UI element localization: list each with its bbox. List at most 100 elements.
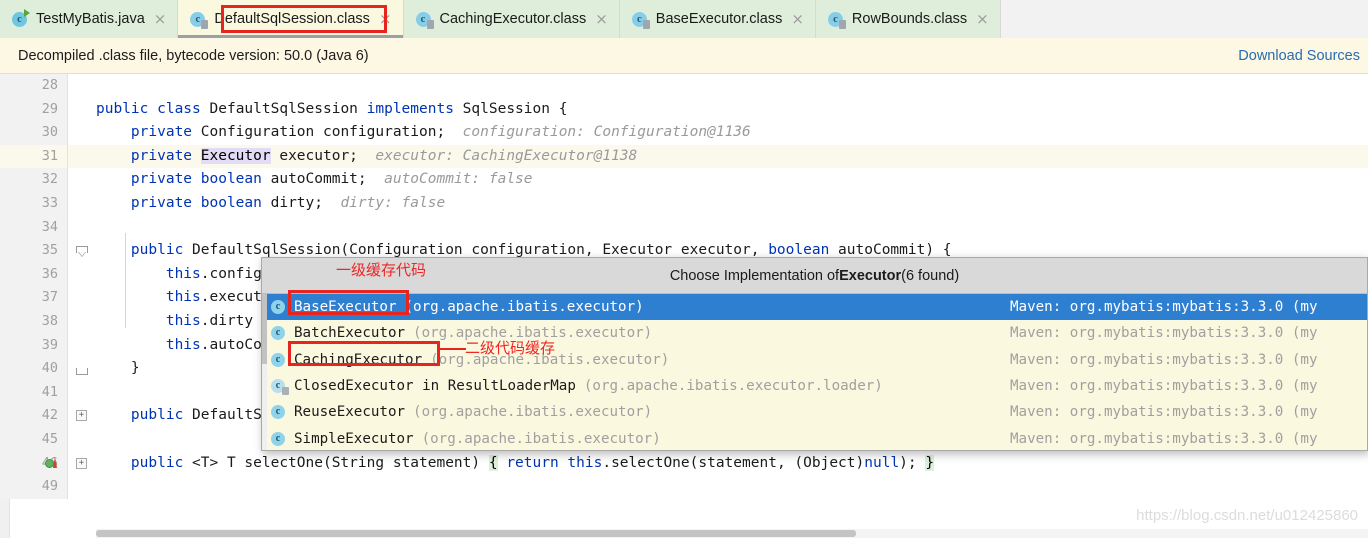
popup-title-suffix: (6 found) [901, 267, 960, 284]
line-content: } [96, 360, 140, 377]
line-number: 46 [0, 451, 68, 476]
tab-label: RowBounds.class [851, 10, 968, 27]
line-number: 32 [0, 168, 68, 192]
fold-toggle-icon[interactable] [76, 245, 88, 257]
tab-CachingExecutor-class[interactable]: c CachingExecutor.class × [403, 0, 620, 38]
line-number: 34 [0, 215, 68, 240]
implementation-list: c BaseExecutor (org.apache.ibatis.execut… [262, 294, 1367, 450]
line-number: 40 [0, 357, 68, 381]
tab-close-icon[interactable]: × [974, 11, 991, 27]
class-icon: c [270, 431, 288, 447]
popup-scrollbar[interactable] [262, 294, 267, 450]
editor-tab-bar: c TestMyBatis.java × c DefaultSqlSession… [0, 0, 1368, 38]
list-item[interactable]: c SimpleExecutor (org.apache.ibatis.exec… [262, 425, 1367, 450]
fold-expand-icon[interactable]: + [76, 410, 87, 422]
line-number: 45 [0, 427, 68, 452]
code-line: 33 private boolean dirty; dirty: false [0, 191, 1368, 216]
class-file-icon: c [827, 11, 846, 29]
item-package: (org.apache.ibatis.executor) [421, 430, 661, 447]
item-library: Maven: org.mybatis:mybatis:3.3.0 (my [1010, 325, 1318, 342]
line-content: private Executor executor; executor: Cac… [130, 147, 638, 164]
item-class-name: BatchExecutor [294, 325, 406, 342]
class-file-icon: c [190, 11, 209, 29]
inline-hint: executor: CachingExecutor@1138 [375, 147, 638, 164]
line-number: 31 [0, 144, 68, 169]
code-line: 31 private Executor executor; executor: … [0, 144, 1368, 169]
item-package: (org.apache.ibatis.executor) [413, 404, 653, 421]
tab-RowBounds-class[interactable]: c RowBounds.class × [815, 0, 1001, 38]
line-number: 49 [0, 475, 68, 499]
line-content: public <T> T selectOne(String statement)… [130, 454, 935, 471]
list-item[interactable]: c BaseExecutor (org.apache.ibatis.execut… [262, 294, 1367, 321]
line-number: 38 [0, 309, 68, 334]
inline-hint: autoCommit: false [384, 171, 533, 188]
list-item[interactable]: c CachingExecutor (org.apache.ibatis.exe… [262, 347, 1367, 373]
class-icon: c [270, 325, 288, 341]
tab-close-icon[interactable]: × [152, 11, 169, 27]
class-file-icon: c [631, 11, 650, 29]
item-class-name: SimpleExecutor [294, 430, 414, 447]
horizontal-scrollbar-thumb[interactable] [96, 530, 856, 537]
code-line: 32 private boolean autoCommit; autoCommi… [0, 168, 1368, 192]
line-number: 30 [0, 121, 68, 145]
line-content: public class DefaultSqlSession implement… [96, 100, 568, 117]
item-class-name: BaseExecutor [294, 299, 397, 316]
class-icon: c [270, 352, 288, 368]
item-class-name: ClosedExecutor in ResultLoaderMap [294, 378, 576, 395]
download-sources-link[interactable]: Download Sources [1238, 48, 1360, 64]
fold-expand-icon[interactable]: + [76, 457, 87, 469]
item-package: (org.apache.ibatis.executor) [404, 299, 644, 316]
item-class-name: CachingExecutor [294, 351, 423, 368]
list-item[interactable]: c ClosedExecutor in ResultLoaderMap (org… [262, 373, 1367, 399]
line-number: 28 [0, 74, 68, 98]
tab-close-icon[interactable]: × [789, 11, 806, 27]
tab-BaseExecutor-class[interactable]: c BaseExecutor.class × [619, 0, 816, 38]
code-line: 34 [0, 215, 1368, 240]
tab-label: TestMyBatis.java [36, 10, 145, 27]
item-library: Maven: org.mybatis:mybatis:3.3.0 (my [1010, 378, 1318, 395]
class-icon: c [270, 404, 288, 420]
popup-title: Choose Implementation of Executor (6 fou… [262, 258, 1367, 294]
line-number: 36 [0, 262, 68, 287]
class-icon: c [270, 299, 288, 315]
indent-guide [125, 233, 126, 328]
tab-label: CachingExecutor.class [439, 10, 587, 27]
tab-label: BaseExecutor.class [655, 10, 783, 27]
tab-DefaultSqlSession-class[interactable]: c DefaultSqlSession.class × [178, 0, 404, 38]
line-number: 39 [0, 333, 68, 358]
list-item[interactable]: c ReuseExecutor (org.apache.ibatis.execu… [262, 399, 1367, 425]
line-content: private boolean dirty; dirty: false [130, 194, 446, 211]
line-number: 29 [0, 97, 68, 122]
line-number: 41 [0, 380, 68, 405]
popup-title-target: Executor [839, 267, 902, 284]
banner-message: Decompiled .class file, bytecode version… [18, 47, 369, 64]
list-item[interactable]: c BatchExecutor (org.apache.ibatis.execu… [262, 320, 1367, 346]
tab-close-icon[interactable]: × [593, 11, 610, 27]
item-library: Maven: org.mybatis:mybatis:3.3.0 (my [1010, 351, 1318, 368]
fold-toggle-end-icon[interactable] [76, 363, 88, 376]
code-line: 46 + public <T> T selectOne(String state… [0, 451, 1368, 476]
item-class-name: ReuseExecutor [294, 404, 406, 421]
item-package: (org.apache.ibatis.executor.loader) [583, 378, 883, 395]
horizontal-scrollbar[interactable] [96, 529, 1368, 538]
item-library: Maven: org.mybatis:mybatis:3.3.0 (my [1010, 299, 1318, 316]
tab-TestMyBatis-java[interactable]: c TestMyBatis.java × [0, 0, 179, 38]
decompiled-notification-banner: Decompiled .class file, bytecode version… [0, 38, 1368, 74]
code-line: 49 [0, 475, 1368, 499]
ide-window: c TestMyBatis.java × c DefaultSqlSession… [0, 0, 1368, 538]
popup-scrollbar-thumb[interactable] [262, 294, 267, 364]
line-number: 37 [0, 286, 68, 310]
line-number: 35 [0, 239, 68, 263]
tab-label: DefaultSqlSession.class [214, 10, 370, 27]
override-gutter-icon[interactable] [45, 456, 57, 469]
code-line: 28 [0, 74, 1368, 98]
item-library: Maven: org.mybatis:mybatis:3.3.0 (my [1010, 430, 1318, 447]
choose-implementation-popup[interactable]: Choose Implementation of Executor (6 fou… [261, 257, 1368, 451]
line-content: private boolean autoCommit; autoCommit: … [130, 171, 533, 188]
tab-close-icon[interactable]: × [377, 11, 394, 27]
code-line: 30 private Configuration configuration; … [0, 121, 1368, 145]
line-content: private Configuration configuration; con… [130, 124, 751, 141]
line-number: 42 [0, 404, 68, 428]
item-library: Maven: org.mybatis:mybatis:3.3.0 (my [1010, 404, 1318, 421]
item-package: (org.apache.ibatis.executor) [413, 325, 653, 342]
